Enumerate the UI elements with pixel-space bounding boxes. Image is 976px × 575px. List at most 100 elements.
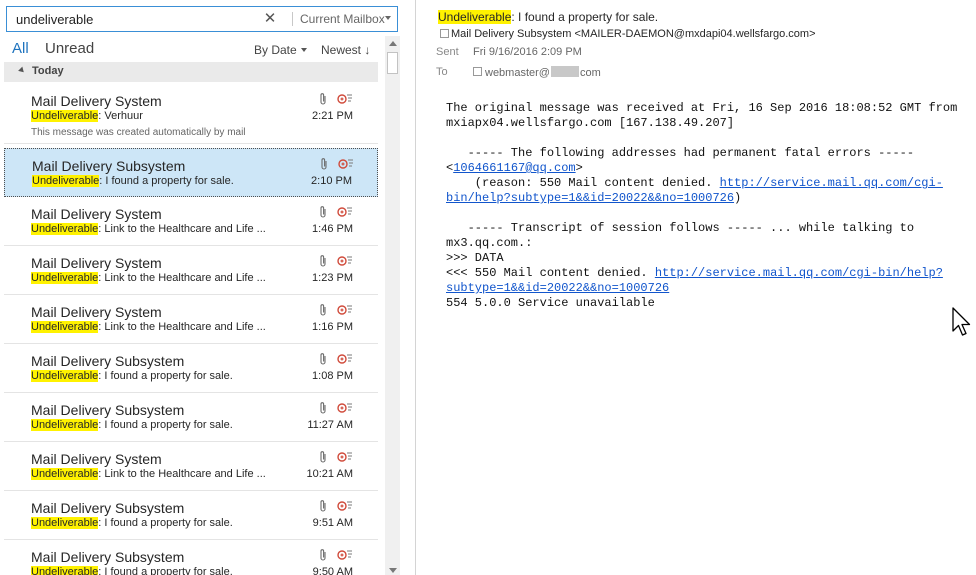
search-box: ✕ Current Mailbox [6,6,398,32]
reason-text: (reason: 550 Mail content denied. [446,176,720,190]
message-body: The original message was received at Fri… [446,101,966,311]
search-input[interactable] [7,7,261,31]
follow-up-flag-icon[interactable] [337,255,353,267]
filter-unread-tab[interactable]: Unread [45,40,94,57]
subject-highlight: Undeliverable [438,10,512,24]
follow-up-flag-icon[interactable] [337,93,353,105]
paperclip-icon [320,451,326,463]
follow-up-flag-icon[interactable] [338,158,354,170]
reading-pane: Undeliverable: I found a property for sa… [416,0,976,575]
mail-list-item[interactable]: Mail Delivery System Undeliverable: Link … [4,197,378,246]
mail-sender: Mail Delivery Subsystem [32,158,186,174]
paperclip-icon [320,304,326,316]
body-line: subtype=1&&id=20022&&no=1000726 [446,281,966,296]
mail-subject: Undeliverable: I found a property for sa… [31,566,281,575]
scrollbar-thumb[interactable] [387,52,398,74]
paperclip-icon [320,206,326,218]
body-line: ----- The following addresses had perman… [446,146,915,160]
mail-subject-rest: : Link to the Healthcare and Life ... [98,223,266,235]
help-link-1-cont[interactable]: bin/help?subtype=1&&id=20022&&no=1000726 [446,191,734,205]
filter-bar: All Unread By Date Newest ↓ [0,38,378,60]
sender-contact-icon[interactable] [440,29,449,38]
addr-close: > [575,161,583,175]
reason-close: ) [734,191,742,205]
redacted-block [550,66,579,77]
mail-sender: Mail Delivery System [31,451,162,467]
mail-list-item[interactable]: Mail Delivery Subsystem Undeliverable: I … [4,491,378,540]
body-line: mxiapx04.wellsfargo.com [167.138.49.207] [446,116,735,130]
mail-sender: Mail Delivery System [31,93,162,109]
scroll-up-arrow-icon[interactable] [389,41,397,46]
body-line: mx3.qq.com.: [446,236,533,250]
message-sender[interactable]: Mail Delivery Subsystem <MAILER-DAEMON@m… [451,28,816,40]
chevron-down-icon[interactable] [385,16,391,20]
follow-up-flag-icon[interactable] [337,206,353,218]
mail-subject: Undeliverable: I found a property for sa… [31,517,281,529]
mail-list-item[interactable]: Mail Delivery System Undeliverable: Verhu… [4,84,378,144]
filter-all-tab[interactable]: All [12,40,29,57]
message-recipient[interactable]: webmaster@ com [485,66,601,79]
search-highlight: Undeliverable [31,468,99,480]
collapse-triangle-icon[interactable] [18,66,26,75]
follow-up-flag-icon[interactable] [337,304,353,316]
mail-sender: Mail Delivery Subsystem [31,353,185,369]
mail-time: 1:16 PM [312,321,353,333]
mail-list-item[interactable]: Mail Delivery Subsystem Undeliverable: I … [4,344,378,393]
group-header-today[interactable]: Today [4,62,378,82]
mail-sender: Mail Delivery Subsystem [31,402,185,418]
follow-up-flag-icon[interactable] [337,353,353,365]
paperclip-icon [321,158,327,170]
help-link-1[interactable]: http://service.mail.qq.com/cgi- [720,176,943,190]
mail-subject-rest: : Link to the Healthcare and Life ... [98,468,266,480]
follow-up-flag-icon[interactable] [337,451,353,463]
search-highlight: Undeliverable [31,110,99,122]
mail-preview: This message was created automatically b… [31,127,246,138]
search-highlight: Undeliverable [31,272,99,284]
follow-up-flag-icon[interactable] [337,549,353,561]
paperclip-icon [320,255,326,267]
close-icon[interactable]: ✕ [261,10,279,28]
paperclip-icon [320,93,326,105]
paperclip-icon [320,549,326,561]
body-line: The original message was received at Fri… [446,101,958,115]
mail-list-item[interactable]: Mail Delivery Subsystem Undeliverable: I … [4,148,378,197]
recipient-contact-icon[interactable] [473,67,482,76]
search-highlight: Undeliverable [31,223,99,235]
sort-by-dropdown[interactable]: By Date [254,43,307,57]
group-label: Today [32,65,64,77]
search-scope-dropdown[interactable]: Current Mailbox [300,12,385,26]
sent-label: Sent [436,46,459,58]
recipient-user: webmaster@ [485,67,550,79]
body-line: bin/help?subtype=1&&id=20022&&no=1000726… [446,191,966,206]
follow-up-flag-icon[interactable] [337,402,353,414]
email-link[interactable]: 1064661167@qq.com [453,161,575,175]
denied-text: <<< 550 Mail content denied. [446,266,655,280]
mail-time: 10:21 AM [306,468,353,480]
mail-time: 1:46 PM [312,223,353,235]
mail-list-item[interactable]: Mail Delivery System Undeliverable: Link … [4,295,378,344]
mail-subject-rest: : I found a property for sale. [98,566,233,575]
search-highlight: Undeliverable [31,566,99,575]
body-line: (reason: 550 Mail content denied. http:/… [446,176,966,191]
body-line: <<< 550 Mail content denied. http://serv… [446,266,966,281]
chevron-down-icon [300,48,307,52]
mail-list-item[interactable]: Mail Delivery System Undeliverable: Link … [4,442,378,491]
help-link-2[interactable]: http://service.mail.qq.com/cgi-bin/help? [655,266,943,280]
follow-up-flag-icon[interactable] [337,500,353,512]
mail-subject-rest: : I found a property for sale. [98,419,233,431]
mail-list-item[interactable]: Mail Delivery Subsystem Undeliverable: I … [4,540,378,575]
mail-list-item[interactable]: Mail Delivery Subsystem Undeliverable: I … [4,393,378,442]
message-list-scrollbar[interactable] [385,36,400,575]
search-highlight: Undeliverable [32,175,100,187]
paperclip-icon [320,353,326,365]
sort-order-button[interactable]: Newest ↓ [321,43,370,57]
mail-subject: Undeliverable: I found a property for sa… [31,419,281,431]
mail-sender: Mail Delivery Subsystem [31,500,185,516]
search-highlight: Undeliverable [31,419,99,431]
subject-text: : I found a property for sale. [511,10,659,24]
scroll-down-arrow-icon[interactable] [389,568,397,573]
mail-list-item[interactable]: Mail Delivery System Undeliverable: Link … [4,246,378,295]
mail-time: 2:10 PM [311,175,352,187]
help-link-2-cont[interactable]: subtype=1&&id=20022&&no=1000726 [446,281,669,295]
mail-subject: Undeliverable: Link to the Healthcare an… [31,321,281,333]
